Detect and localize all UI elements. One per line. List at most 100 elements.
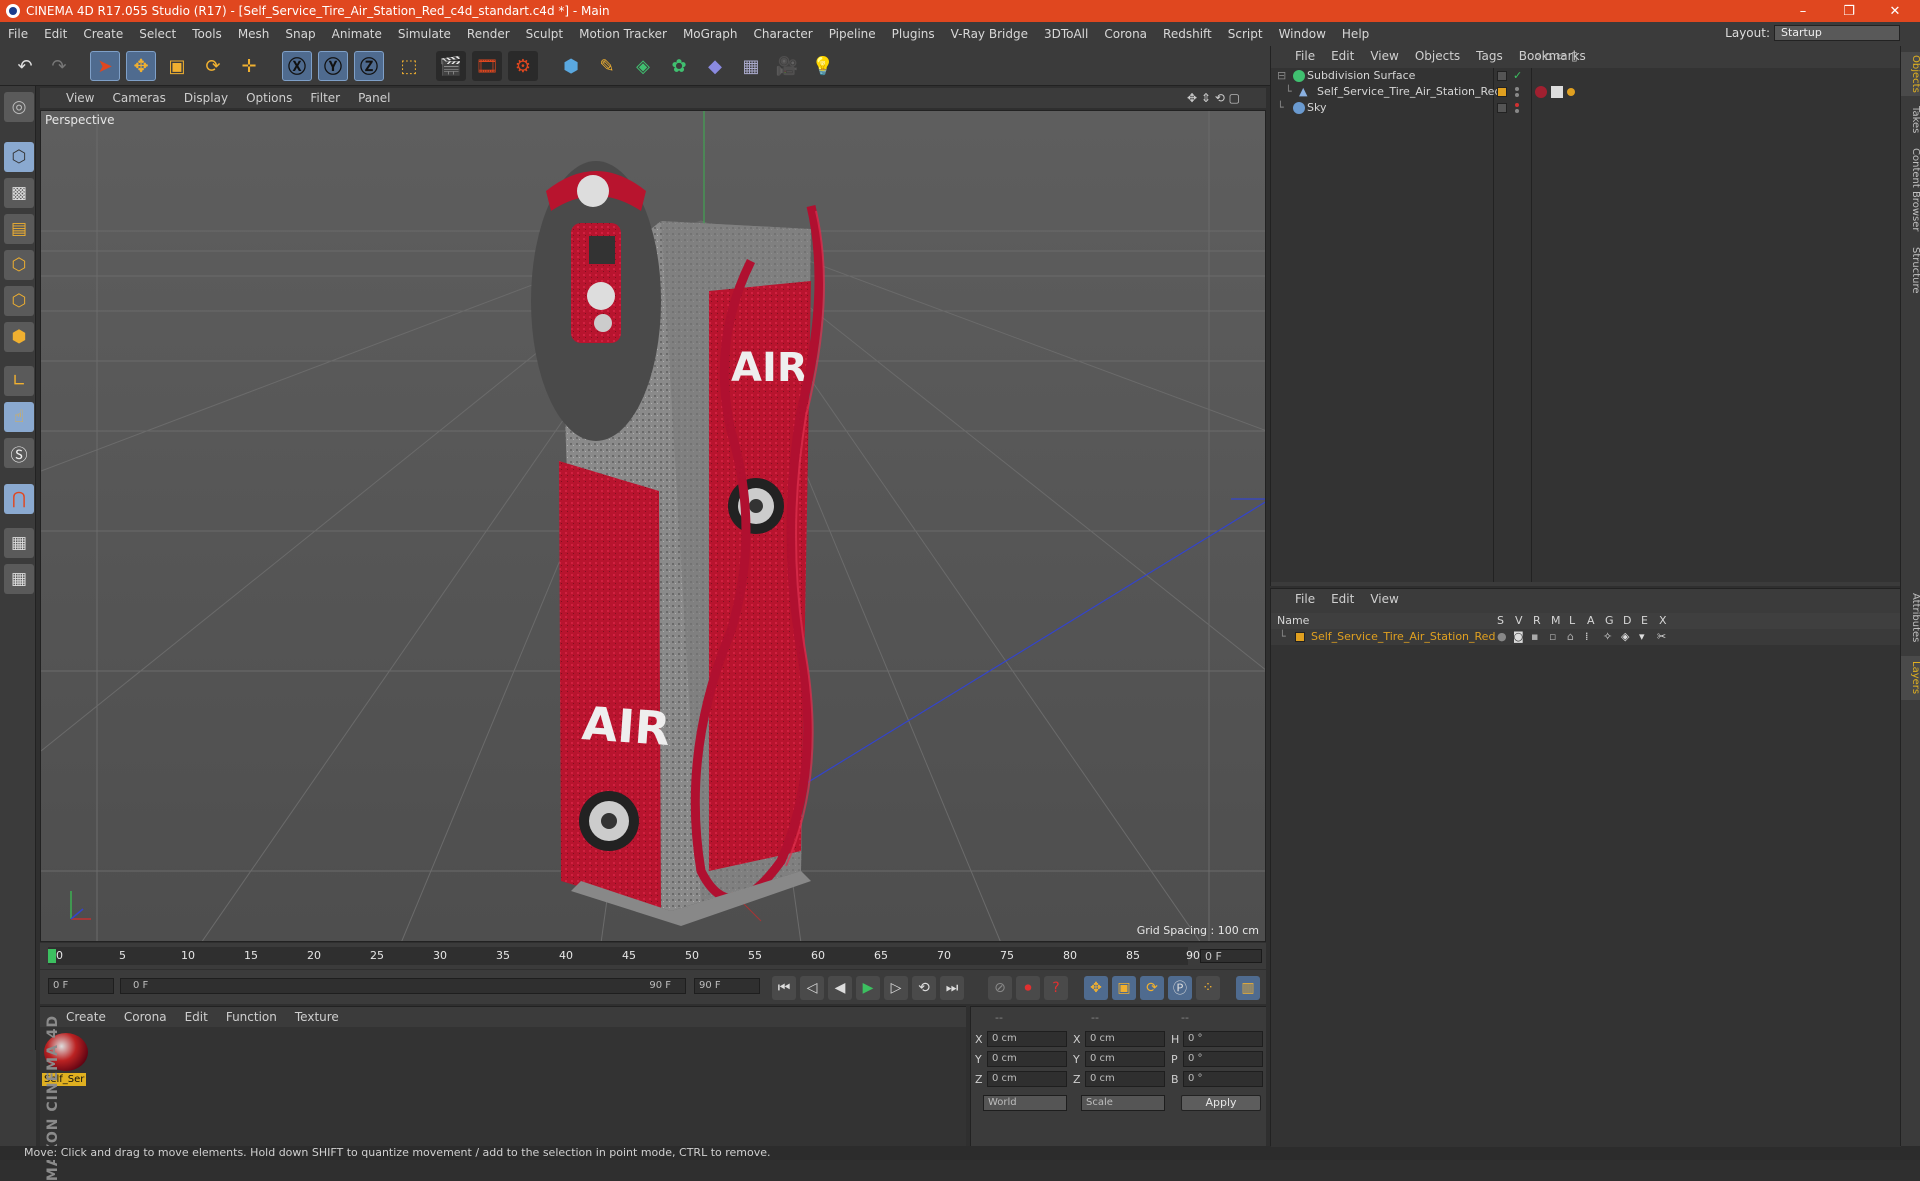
tag-icon[interactable] [1567,88,1575,96]
parameter-key-icon[interactable]: Ⓟ [1168,976,1192,1000]
cube-primitive-icon[interactable]: ⬢ [556,51,586,81]
menu-redshift[interactable]: Redshift [1155,27,1220,41]
previous-frame-icon[interactable]: ◀ [828,976,852,1000]
close-button[interactable]: ✕ [1872,0,1918,22]
workplane-icon[interactable]: ▤ [4,214,34,244]
material-menu-create[interactable]: Create [66,1010,106,1024]
scale-icon[interactable]: ▣ [162,51,192,81]
viewport-menu-options[interactable]: Options [246,91,302,105]
solo-toggle-icon[interactable]: ● [1497,629,1507,645]
generator-toggle-icon[interactable]: ✧ [1603,629,1612,645]
view-toggle-icon[interactable]: ◙ [1513,629,1524,645]
deformer-icon[interactable]: ◆ [700,51,730,81]
y-axis-icon[interactable]: Ⓨ [318,51,348,81]
timeline-ruler[interactable]: 0 5 10 15 20 25 30 35 40 45 50 55 60 65 … [40,943,1266,969]
menu-script[interactable]: Script [1220,27,1271,41]
object-menu-file[interactable]: File [1295,49,1315,63]
menu-create[interactable]: Create [75,27,131,41]
layer-name[interactable]: Self_Service_Tire_Air_Station_Red [1311,629,1495,645]
position-z-field[interactable]: 0 cm [987,1071,1067,1087]
end-frame-field[interactable]: 90 F [694,978,760,994]
menu-vray-bridge[interactable]: V-Ray Bridge [943,27,1036,41]
restore-button[interactable]: ❐ [1826,0,1872,22]
menu-motion-tracker[interactable]: Motion Tracker [571,27,675,41]
layer-color-swatch[interactable] [1295,632,1305,642]
position-key-icon[interactable]: ✥ [1084,976,1108,1000]
menu-pipeline[interactable]: Pipeline [821,27,884,41]
transform-icon[interactable]: ✛ [234,51,264,81]
floor-icon[interactable]: ▦ [736,51,766,81]
menu-window[interactable]: Window [1271,27,1334,41]
display-toggle[interactable] [1497,71,1507,81]
material-menu-corona[interactable]: Corona [124,1010,167,1024]
polygons-mode-icon[interactable]: ⬢ [4,322,34,352]
position-y-field[interactable]: 0 cm [987,1051,1067,1067]
object-row[interactable]: └ ▲ Self_Service_Tire_Air_Station_Red [1271,84,1901,100]
make-editable-icon[interactable]: ◎ [4,92,34,122]
keyframe-selection-icon[interactable]: ? [1044,976,1068,1000]
next-key-icon[interactable]: ⟲ [912,976,936,1000]
viewport-menu-panel[interactable]: Panel [358,91,400,105]
menu-tools[interactable]: Tools [184,27,230,41]
object-row[interactable]: ⊟ Subdivision Surface ✓ [1271,68,1901,84]
scale-key-icon[interactable]: ▣ [1112,976,1136,1000]
snap-magnet-icon[interactable]: ⋂ [4,484,34,514]
menu-snap[interactable]: Snap [277,27,323,41]
layer-menu-edit[interactable]: Edit [1331,592,1354,606]
x-axis-icon[interactable]: Ⓧ [282,51,312,81]
current-frame-field[interactable]: 0 F [1200,949,1262,963]
deformer-toggle-icon[interactable]: ◈ [1621,629,1629,645]
material-menu-texture[interactable]: Texture [295,1010,339,1024]
viewport-menu-cameras[interactable]: Cameras [112,91,175,105]
menu-render[interactable]: Render [459,27,518,41]
viewport-menu-filter[interactable]: Filter [310,91,350,105]
material-tag-icon[interactable] [1535,86,1547,98]
menu-animate[interactable]: Animate [324,27,390,41]
object-name[interactable]: Self_Service_Tire_Air_Station_Red [1317,84,1501,100]
layer-color-swatch[interactable] [1497,87,1507,97]
autokey-icon[interactable]: ⏺ [1016,976,1040,1000]
z-axis-icon[interactable]: Ⓩ [354,51,384,81]
menu-edit[interactable]: Edit [36,27,75,41]
menu-file[interactable]: File [0,27,36,41]
xref-toggle-icon[interactable]: ✂ [1657,629,1666,645]
menu-help[interactable]: Help [1334,27,1377,41]
apply-button[interactable]: Apply [1181,1095,1261,1111]
start-frame-field[interactable]: 0 F [48,978,114,994]
minimize-button[interactable]: – [1780,0,1826,22]
menu-sculpt[interactable]: Sculpt [518,27,571,41]
axis-mode-icon[interactable]: ∟ [4,366,34,396]
rotate-icon[interactable]: ⟳ [198,51,228,81]
tab-layers[interactable]: Layers [1901,656,1920,700]
animation-toggle-icon[interactable]: ⁞ [1585,629,1589,645]
rotation-h-field[interactable]: 0 ° [1183,1031,1263,1047]
manager-toggle-icon[interactable]: ▫ [1549,629,1556,645]
go-to-end-icon[interactable]: ⏭ [940,976,964,1000]
menu-select[interactable]: Select [131,27,184,41]
object-menu-edit[interactable]: Edit [1331,49,1354,63]
render-picture-viewer-icon[interactable]: 🎞 [472,51,502,81]
tab-objects[interactable]: Objects [1901,52,1920,96]
object-manager-search-icon[interactable]: ⌕ ⌂ ▭ ▯ [1534,49,1578,64]
previous-key-icon[interactable]: ◁ [800,976,824,1000]
rotation-b-field[interactable]: 0 ° [1183,1071,1263,1087]
layer-row[interactable]: └ Self_Service_Tire_Air_Station_Red ● ◙ … [1271,629,1901,645]
layer-menu-view[interactable]: View [1370,592,1398,606]
frame-range-slider[interactable]: 0 F 90 F [120,978,686,994]
menu-mesh[interactable]: Mesh [230,27,278,41]
next-frame-icon[interactable]: ▷ [884,976,908,1000]
size-z-field[interactable]: 0 cm [1085,1071,1165,1087]
object-row[interactable]: └ Sky [1271,100,1901,116]
lock-workplane-icon[interactable]: ▦ [4,528,34,558]
viewport-nav-icons[interactable]: ✥ ⇕ ⟲ ▢ [1187,91,1250,105]
material-menu-function[interactable]: Function [226,1010,277,1024]
render-toggle-icon[interactable]: ▪ [1531,629,1538,645]
edges-mode-icon[interactable]: ⬡ [4,286,34,316]
coordinate-space-dropdown[interactable]: World [983,1095,1067,1111]
model-mode-icon[interactable]: ⬡ [4,142,34,172]
position-x-field[interactable]: 0 cm [987,1031,1067,1047]
perspective-viewport[interactable]: AIR AIR Perspective Grid Spacing : 100 c… [40,110,1266,942]
spline-pen-icon[interactable]: ✎ [592,51,622,81]
move-icon[interactable]: ✥ [126,51,156,81]
coordinate-system-icon[interactable]: ⬚ [394,51,424,81]
